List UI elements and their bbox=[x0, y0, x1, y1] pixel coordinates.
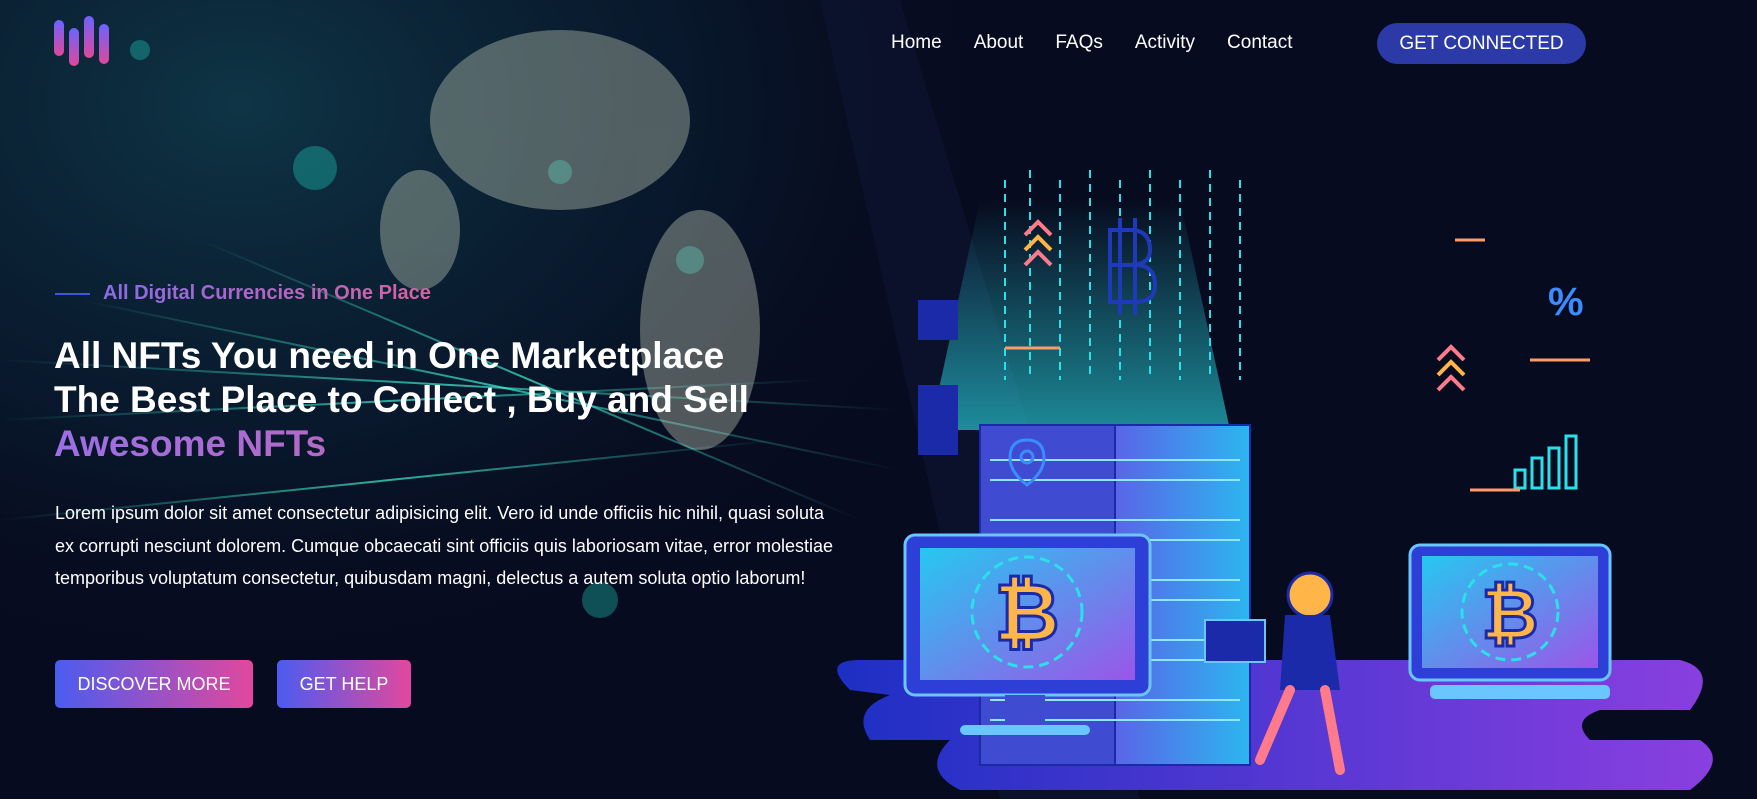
nav-contact[interactable]: Contact bbox=[1227, 29, 1292, 57]
hero-title: All NFTs You need in One Marketplace The… bbox=[54, 334, 814, 466]
hero-description: Lorem ipsum dolor sit amet consectetur a… bbox=[55, 503, 834, 588]
kicker-text: All Digital Currencies in One Place bbox=[103, 282, 431, 304]
right-monitor: ₿ bbox=[1408, 543, 1612, 699]
main-nav: Home About FAQs Activity Contact bbox=[891, 29, 1325, 57]
nav-about[interactable]: About bbox=[974, 29, 1024, 57]
discover-more-button[interactable]: DISCOVER MORE bbox=[55, 660, 253, 708]
nav-activity[interactable]: Activity bbox=[1135, 29, 1195, 57]
light-beam bbox=[930, 200, 1230, 430]
hero-kicker: All Digital Currencies in One Place bbox=[55, 282, 431, 305]
hero-title-line1: All NFTs You need in One Marketplace bbox=[54, 335, 725, 376]
site-header: Home About FAQs Activity Contact GET CON… bbox=[0, 0, 1757, 86]
bars-logo-icon[interactable] bbox=[54, 14, 118, 68]
bitcoin-icon: ₿ bbox=[994, 568, 1059, 657]
get-connected-button[interactable]: GET CONNECTED bbox=[1377, 23, 1586, 64]
bitcoin-icon: ₿ bbox=[1481, 575, 1538, 653]
bar-chart-icon bbox=[1513, 434, 1578, 490]
nav-home[interactable]: Home bbox=[891, 29, 942, 57]
kicker-line bbox=[55, 292, 90, 295]
hero-title-line2: The Best Place to Collect , Buy and Sell bbox=[54, 379, 749, 420]
hero-title-highlight: Awesome NFTs bbox=[54, 422, 814, 466]
crypto-illustration: ₿ ₿ % bbox=[837, 170, 1713, 790]
percent-icon: % bbox=[1548, 280, 1584, 324]
get-help-button[interactable]: GET HELP bbox=[277, 660, 411, 708]
nav-faqs[interactable]: FAQs bbox=[1055, 29, 1103, 57]
